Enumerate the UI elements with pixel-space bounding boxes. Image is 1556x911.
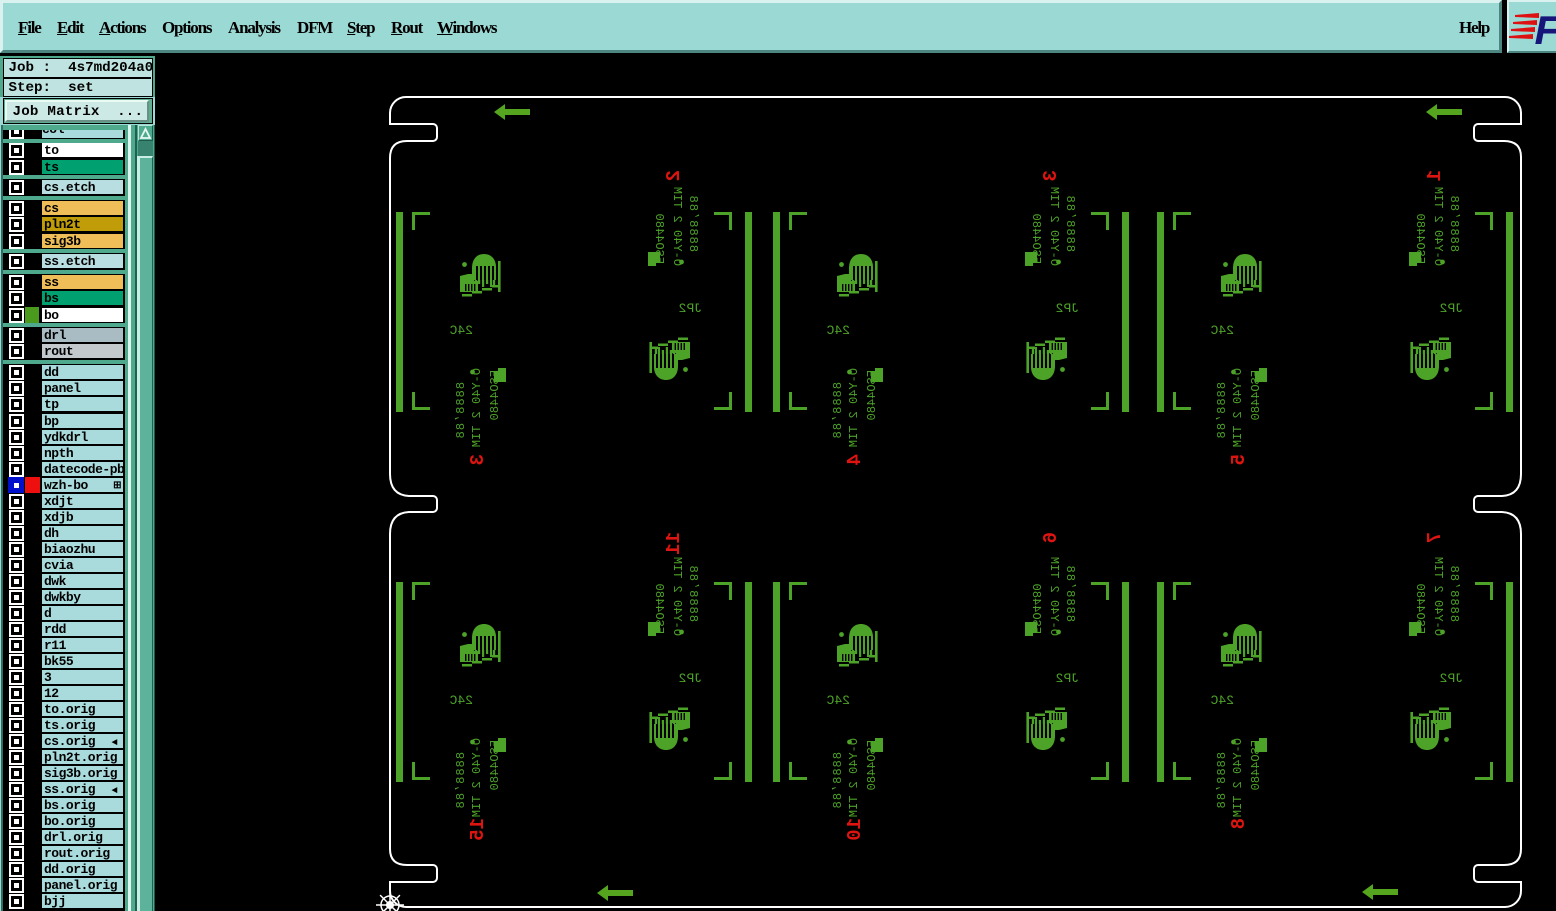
svg-text:7: 7 <box>1424 532 1446 543</box>
svg-text:2: 2 <box>663 170 685 181</box>
svg-text:4: 4 <box>844 454 866 465</box>
svg-text:1: 1 <box>1424 170 1446 181</box>
svg-text:5: 5 <box>1228 454 1250 465</box>
svg-text:3: 3 <box>467 454 489 465</box>
svg-text:15: 15 <box>467 818 489 841</box>
svg-text:6: 6 <box>1040 532 1062 543</box>
svg-text:F: F <box>1534 9 1556 53</box>
svg-text:3: 3 <box>1040 170 1062 181</box>
svg-text:10: 10 <box>844 818 866 841</box>
svg-text:8: 8 <box>1228 818 1250 829</box>
svg-text:11: 11 <box>663 532 685 555</box>
